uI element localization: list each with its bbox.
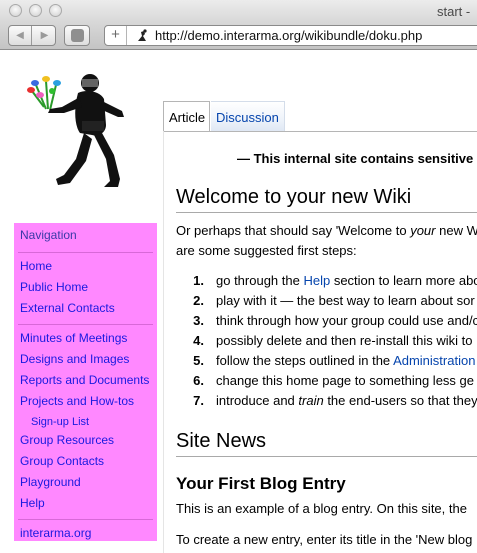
list-text: follow the steps outlined in the (216, 353, 394, 368)
stop-icon (71, 29, 84, 42)
tab-article[interactable]: Article (163, 101, 210, 131)
list-number: 7. (193, 393, 204, 408)
list-number: 5. (193, 353, 204, 368)
address-bar[interactable]: + http://demo.interarma.org/wikibundle/d… (104, 25, 477, 46)
intro-text: new W (435, 223, 477, 238)
stop-button[interactable] (64, 25, 90, 46)
blog-paragraph: To create a new entry, enter its title i… (176, 532, 473, 547)
list-text: introduce and (216, 393, 299, 408)
list-text: the end-users so that they (323, 393, 477, 408)
add-icon[interactable]: + (105, 26, 127, 45)
blog-paragraph: This is an example of a blog entry. On t… (176, 501, 467, 516)
list-number: 6. (193, 373, 204, 388)
sensitive-notice: — This internal site contains sensitive (237, 151, 474, 166)
sidebar-link-help[interactable]: Help (14, 496, 157, 517)
blog-entry-title[interactable]: Your First Blog Entry (176, 474, 346, 494)
sidebar-link-group-contacts[interactable]: Group Contacts (14, 454, 157, 475)
sidebar-link-external-contacts[interactable]: External Contacts (14, 301, 157, 322)
site-news-heading: Site News (176, 430, 267, 452)
list-number: 2. (193, 293, 204, 308)
content-border-left (163, 131, 164, 553)
flower-bouquet-icon (27, 76, 61, 111)
sidebar-link-group-resources[interactable]: Group Resources (14, 433, 157, 454)
favicon-icon (138, 29, 147, 41)
url-text[interactable]: http://demo.interarma.org/wikibundle/dok… (155, 28, 422, 43)
window-titlebar: start - (0, 0, 477, 22)
sidebar-navigation: Navigation Home Public Home External Con… (14, 223, 157, 541)
sidebar-link-projects[interactable]: Projects and How-tos (14, 394, 157, 415)
list-text: think through how your group could use a… (216, 313, 477, 328)
tab-discussion[interactable]: Discussion (211, 101, 285, 131)
flower-thrower-logo (27, 74, 124, 187)
sidebar-link-playground[interactable]: Playground (14, 475, 157, 496)
intro-text: are some suggested first steps: (176, 243, 357, 258)
history-buttons: ◀ ▶ (8, 25, 56, 46)
list-number: 4. (193, 333, 204, 348)
content-border (163, 131, 477, 132)
page-title: Welcome to your new Wiki (176, 186, 412, 208)
help-link[interactable]: Help (303, 273, 330, 288)
window-close-icon[interactable] (9, 4, 22, 17)
intro-paragraph: Or perhaps that should say 'Welcome to y… (176, 221, 477, 261)
news-underline (176, 456, 477, 457)
administration-link[interactable]: Administration (393, 353, 475, 368)
sidebar-link-minutes[interactable]: Minutes of Meetings (14, 331, 157, 352)
sidebar-link-designs[interactable]: Designs and Images (14, 352, 157, 373)
title-underline (176, 212, 477, 213)
list-number: 3. (193, 313, 204, 328)
window-zoom-icon[interactable] (49, 4, 62, 17)
sidebar-divider (18, 324, 153, 325)
window-minimize-icon[interactable] (29, 4, 42, 17)
list-text: possibly delete and then re-install this… (216, 333, 473, 348)
list-text: change this home page to something less … (216, 373, 475, 388)
sidebar-link-home[interactable]: Home (14, 259, 157, 280)
intro-emphasis: your (410, 223, 436, 238)
sidebar-heading: Navigation (20, 228, 77, 242)
list-text: section to learn more abo (330, 273, 477, 288)
sidebar-link-reports[interactable]: Reports and Documents (14, 373, 157, 394)
sidebar-link-public-home[interactable]: Public Home (14, 280, 157, 301)
list-emphasis: train (298, 393, 324, 408)
back-arrow-icon[interactable]: ◀ (9, 26, 32, 45)
forward-arrow-icon[interactable]: ▶ (33, 26, 55, 45)
list-text: play with it — the best way to learn abo… (216, 293, 475, 308)
list-number: 1. (193, 273, 204, 288)
sidebar-divider (18, 519, 153, 520)
sidebar-link-interarma[interactable]: interarma.org (14, 526, 157, 547)
browser-toolbar: ◀ ▶ + http://demo.interarma.org/wikibund… (0, 22, 477, 50)
window-title: start - (437, 4, 471, 19)
list-text: go through the (216, 273, 304, 288)
sidebar-link-signup-list[interactable]: Sign-up List (14, 415, 157, 433)
intro-text: Or perhaps that should say 'Welcome to (176, 223, 411, 238)
sidebar-divider (18, 252, 153, 253)
